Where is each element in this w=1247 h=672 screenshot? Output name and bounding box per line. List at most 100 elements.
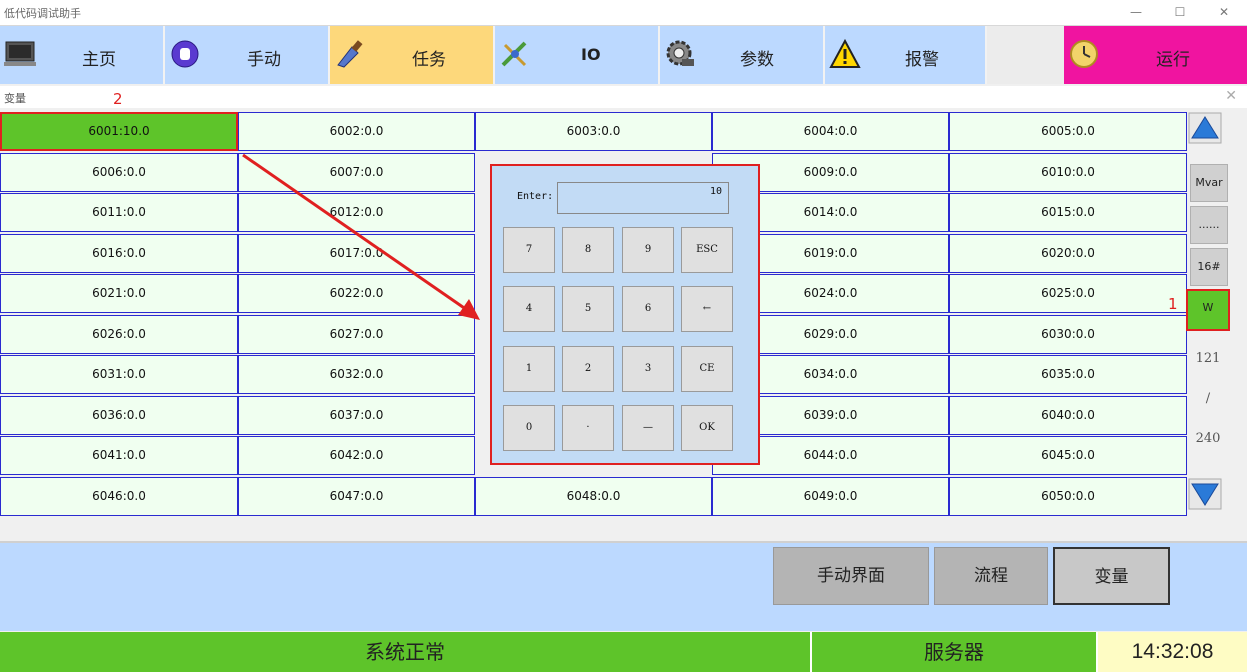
escape-key[interactable]: ESC <box>681 227 733 273</box>
variable-cell[interactable]: 6016:0.0 <box>0 234 238 273</box>
maximize-button[interactable]: ☐ <box>1170 3 1190 21</box>
clock-time: 14:32:08 <box>1098 632 1247 672</box>
app-window: 低代码调试助手 — ☐ ✕ 主页 手动 任务 IO 参数 报警 运行 变量 2 … <box>0 0 1247 672</box>
system-status: 系统正常 <box>0 632 810 672</box>
digit-key-0[interactable]: 0 <box>503 405 555 451</box>
variable-cell[interactable]: 6027:0.0 <box>238 315 475 354</box>
nav-label: 参数 <box>740 50 774 70</box>
variable-cell[interactable]: 6010:0.0 <box>949 153 1187 192</box>
digit-key-4[interactable]: 4 <box>503 286 555 332</box>
variable-cell[interactable]: 6040:0.0 <box>949 396 1187 435</box>
variable-cell[interactable]: 6048:0.0 <box>475 477 712 516</box>
digit-key-9[interactable]: 9 <box>622 227 674 273</box>
nav-params[interactable]: 参数 <box>660 26 825 84</box>
variable-cell[interactable]: 6021:0.0 <box>0 274 238 313</box>
variable-cell[interactable]: 6025:0.0 <box>949 274 1187 313</box>
digit-key-3[interactable]: 3 <box>622 346 674 392</box>
panel-title: 变量 <box>4 92 26 105</box>
variable-cell[interactable]: 6012:0.0 <box>238 193 475 232</box>
variable-cell[interactable]: 6011:0.0 <box>0 193 238 232</box>
variable-cell[interactable]: 6047:0.0 <box>238 477 475 516</box>
variable-cell[interactable]: 6002:0.0 <box>238 112 475 151</box>
window-title: 低代码调试助手 <box>4 7 81 20</box>
monitor-icon <box>4 41 36 66</box>
decimal-point-key[interactable]: · <box>562 405 614 451</box>
nav-task[interactable]: 任务 <box>330 26 495 84</box>
clock-icon <box>1070 40 1098 68</box>
gear-icon <box>666 40 694 66</box>
variable-cell[interactable]: 6032:0.0 <box>238 355 475 394</box>
minus-key[interactable]: — <box>622 405 674 451</box>
variable-cell[interactable]: 6007:0.0 <box>238 153 475 192</box>
manual-screen-button[interactable]: 手动界面 <box>773 547 929 605</box>
digit-key-5[interactable]: 5 <box>562 286 614 332</box>
nav-label: 运行 <box>1156 50 1190 70</box>
hex-button[interactable]: 16# <box>1190 248 1228 286</box>
title-bar: 低代码调试助手 — ☐ ✕ <box>0 0 1247 26</box>
enter-label: Enter: <box>517 191 554 202</box>
nav-label: 手动 <box>247 50 281 70</box>
annotation-1: 1 <box>1168 295 1178 313</box>
annotation-2: 2 <box>113 90 123 108</box>
variable-cell[interactable]: 6037:0.0 <box>238 396 475 435</box>
panel-close-icon[interactable]: ✕ <box>1225 88 1237 104</box>
nav-spacer <box>987 26 1064 84</box>
clear-entry-key[interactable]: CE <box>681 346 733 392</box>
nav-label: 主页 <box>82 50 116 70</box>
bottom-toolbar: 手动界面 流程 变量 <box>0 541 1247 631</box>
variable-cell[interactable]: 6031:0.0 <box>0 355 238 394</box>
variable-cell[interactable]: 6036:0.0 <box>0 396 238 435</box>
status-bar: 系统正常 服务器 14:32:08 <box>0 632 1247 672</box>
page-up-arrow-icon[interactable] <box>1188 112 1222 144</box>
digit-key-6[interactable]: 6 <box>622 286 674 332</box>
variable-cell[interactable]: 6004:0.0 <box>712 112 949 151</box>
nav-label: 报警 <box>905 50 939 70</box>
flow-button[interactable]: 流程 <box>934 547 1048 605</box>
variable-cell[interactable]: 6030:0.0 <box>949 315 1187 354</box>
variable-cell[interactable]: 6015:0.0 <box>949 193 1187 232</box>
digit-key-7[interactable]: 7 <box>503 227 555 273</box>
variable-cell[interactable]: 6046:0.0 <box>0 477 238 516</box>
nav-alarm[interactable]: 报警 <box>825 26 987 84</box>
variable-cell[interactable]: 6049:0.0 <box>712 477 949 516</box>
variable-cell[interactable]: 6042:0.0 <box>238 436 475 475</box>
digit-key-1[interactable]: 1 <box>503 346 555 392</box>
variables-button[interactable]: 变量 <box>1053 547 1170 605</box>
nav-io[interactable]: IO <box>495 26 660 84</box>
minimize-button[interactable]: — <box>1126 3 1146 21</box>
page-down-arrow-icon[interactable] <box>1188 478 1222 510</box>
variable-cell-selected[interactable]: 6001:10.0 <box>0 112 238 151</box>
server-status: 服务器 <box>812 632 1096 672</box>
variable-cell[interactable]: 6006:0.0 <box>0 153 238 192</box>
variable-cell[interactable]: 6020:0.0 <box>949 234 1187 273</box>
digit-key-2[interactable]: 2 <box>562 346 614 392</box>
dots-button[interactable]: ...... <box>1190 206 1228 244</box>
hand-icon <box>171 40 199 68</box>
close-button[interactable]: ✕ <box>1214 3 1234 21</box>
variable-cell[interactable]: 6003:0.0 <box>475 112 712 151</box>
page-current: 121 <box>1195 351 1221 366</box>
variable-cell[interactable]: 6041:0.0 <box>0 436 238 475</box>
keypad-input[interactable]: 10 <box>557 182 729 214</box>
variable-panel-header: 变量 2 ✕ <box>0 86 1247 108</box>
side-controls: Mvar ...... 16# W 121 / 240 <box>1186 112 1230 522</box>
ok-key[interactable]: OK <box>681 405 733 451</box>
w-button[interactable]: W <box>1186 289 1230 331</box>
variable-cell[interactable]: 6022:0.0 <box>238 274 475 313</box>
warning-icon <box>829 39 861 68</box>
mvar-button[interactable]: Mvar <box>1190 164 1228 202</box>
nav-run[interactable]: 运行 <box>1064 26 1247 84</box>
digit-key-8[interactable]: 8 <box>562 227 614 273</box>
variable-cell[interactable]: 6005:0.0 <box>949 112 1187 151</box>
variable-cell[interactable]: 6045:0.0 <box>949 436 1187 475</box>
plug-icon <box>501 41 527 67</box>
nav-label: 任务 <box>412 50 446 70</box>
variable-cell[interactable]: 6035:0.0 <box>949 355 1187 394</box>
nav-manual[interactable]: 手动 <box>165 26 330 84</box>
variable-cell[interactable]: 6017:0.0 <box>238 234 475 273</box>
backspace-key[interactable]: ← <box>681 286 733 332</box>
variable-cell[interactable]: 6026:0.0 <box>0 315 238 354</box>
nav-home[interactable]: 主页 <box>0 26 165 84</box>
nav-label: IO <box>581 45 601 64</box>
variable-cell[interactable]: 6050:0.0 <box>949 477 1187 516</box>
